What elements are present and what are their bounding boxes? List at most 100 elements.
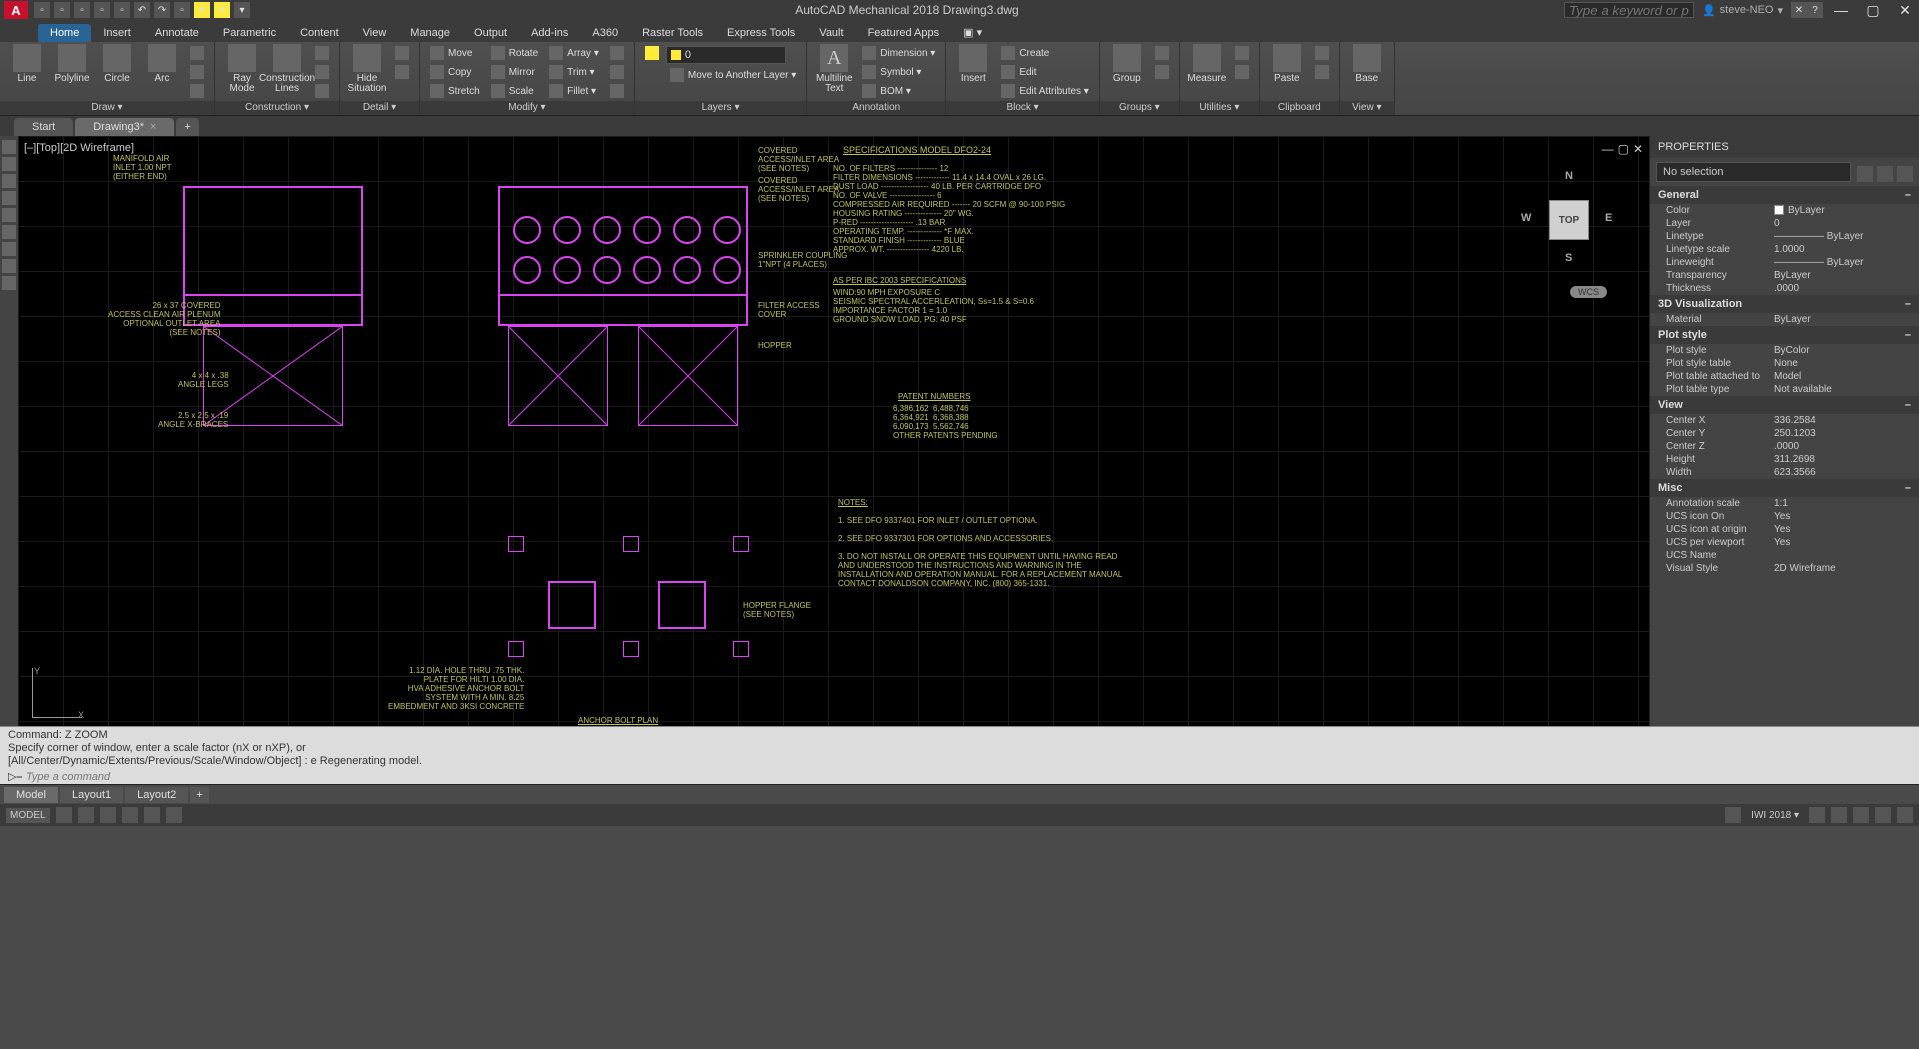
prop-row[interactable]: Width623.3566 [1650,466,1919,479]
tab-extra-icon[interactable]: ▣ ▾ [951,23,994,42]
status-osnap-icon[interactable] [144,807,160,823]
panel-block-label[interactable]: Block ▾ [946,101,1099,115]
fillet-button[interactable]: Fillet ▾ [545,82,603,100]
panel-layers-label[interactable]: Layers ▾ [635,101,806,115]
prop-row[interactable]: Lineweight————— ByLayer [1650,256,1919,269]
tab-addins[interactable]: Add-ins [519,24,580,42]
viewcube-top-face[interactable]: TOP [1549,200,1589,240]
qat-more-icon[interactable]: ▫ [174,2,190,18]
viewcube[interactable]: N S E W TOP [1519,170,1619,270]
status-clean-icon[interactable] [1875,807,1891,823]
const-small-2[interactable] [311,63,333,81]
prop-row[interactable]: Plot table typeNot available [1650,383,1919,396]
tab-featured[interactable]: Featured Apps [856,24,952,42]
panel-modify-label[interactable]: Modify ▾ [420,101,634,115]
qat-layer3-icon[interactable]: ▾ [234,2,250,18]
tab-vault[interactable]: Vault [807,24,855,42]
left-tool-7-icon[interactable] [2,242,16,256]
panel-view-label[interactable]: View ▾ [1340,101,1394,115]
prop-row[interactable]: Center Z.0000 [1650,440,1919,453]
prop-row[interactable]: Center X336.2584 [1650,414,1919,427]
prop-row[interactable]: Linetype————— ByLayer [1650,230,1919,243]
status-custom-icon[interactable] [1897,807,1913,823]
prop-row[interactable]: Linetype scale1.0000 [1650,243,1919,256]
qat-layer1-icon[interactable]: ☀ [194,2,210,18]
viewport-label[interactable]: [–][Top][2D Wireframe] [24,142,134,154]
help-icon[interactable]: ? [1807,2,1823,18]
create-button[interactable]: Create [997,44,1093,62]
const-small-1[interactable] [311,44,333,62]
prop-category[interactable]: Plot style– [1650,326,1919,344]
const-small-3[interactable] [311,82,333,100]
layout-tab-model[interactable]: Model [4,787,58,803]
prop-row[interactable]: UCS icon at originYes [1650,523,1919,536]
draw-small-2[interactable] [186,63,208,81]
prop-row[interactable]: UCS Name [1650,549,1919,562]
line-button[interactable]: Line [6,44,48,84]
left-tool-5-icon[interactable] [2,208,16,222]
dimension-button[interactable]: Dimension ▾ [858,44,939,62]
window-maximize-button[interactable]: ▢ [1863,2,1883,18]
left-tool-9-icon[interactable] [2,276,16,290]
panel-utilities-label[interactable]: Utilities ▾ [1180,101,1259,115]
panel-draw-label[interactable]: Draw ▾ [0,101,214,115]
move-button[interactable]: Move [426,44,484,62]
tab-manage[interactable]: Manage [398,24,462,42]
prop-row[interactable]: Plot style tableNone [1650,357,1919,370]
qat-undo-icon[interactable]: ↶ [134,2,150,18]
status-lock-icon[interactable] [1831,807,1847,823]
prop-row[interactable]: TransparencyByLayer [1650,269,1919,282]
tab-insert[interactable]: Insert [91,24,143,42]
trim-button[interactable]: Trim ▾ [545,63,603,81]
doc-tab-start[interactable]: Start [14,118,73,136]
qat-open-icon[interactable]: ▫ [54,2,70,18]
status-model-button[interactable]: MODEL [6,808,50,823]
left-tool-2-icon[interactable] [2,157,16,171]
status-polar-icon[interactable] [122,807,138,823]
panel-construction-label[interactable]: Construction ▾ [215,101,339,115]
status-annoscale-icon[interactable] [1809,807,1825,823]
left-tool-8-icon[interactable] [2,259,16,273]
prop-row[interactable]: Plot table attached toModel [1650,370,1919,383]
exchange-icon[interactable]: ✕ [1791,2,1807,18]
array-button[interactable]: Array ▾ [545,44,603,62]
viewport-minimize-icon[interactable]: — [1602,142,1614,156]
prop-row[interactable]: Visual Style2D Wireframe [1650,562,1919,575]
measure-button[interactable]: Measure [1186,44,1228,84]
prop-row[interactable]: UCS per viewportYes [1650,536,1919,549]
left-tool-3-icon[interactable] [2,174,16,188]
prop-row[interactable]: ColorByLayer [1650,204,1919,217]
status-grid-icon[interactable] [56,807,72,823]
base-button[interactable]: Base [1346,44,1388,84]
qat-save-icon[interactable]: ▫ [74,2,90,18]
scale-button[interactable]: Scale [487,82,542,100]
left-tool-1-icon[interactable] [2,140,16,154]
copy-button[interactable]: Copy [426,63,484,81]
prop-category[interactable]: 3D Visualization– [1650,295,1919,313]
prop-row[interactable]: Plot styleByColor [1650,344,1919,357]
mirror-button[interactable]: Mirror [487,63,542,81]
draw-small-1[interactable] [186,44,208,62]
qat-layer2-icon[interactable]: ☀ [214,2,230,18]
wcs-badge[interactable]: WCS [1570,286,1607,298]
props-btn-3-icon[interactable] [1897,166,1913,182]
tab-a360[interactable]: A360 [580,24,630,42]
window-minimize-button[interactable]: — [1831,2,1851,18]
keyword-search-input[interactable] [1564,2,1694,18]
prop-row[interactable]: Annotation scale1:1 [1650,497,1919,510]
layout-tab-layout2[interactable]: Layout2 [125,787,188,803]
qat-plot-icon[interactable]: ▫ [114,2,130,18]
drawing-canvas[interactable]: [–][Top][2D Wireframe] — ▢ ✕ [18,136,1649,726]
stretch-button[interactable]: Stretch [426,82,484,100]
prop-category[interactable]: General– [1650,186,1919,204]
prop-category[interactable]: Misc– [1650,479,1919,497]
window-close-button[interactable]: ✕ [1895,2,1915,18]
editattr-button[interactable]: Edit Attributes ▾ [997,82,1093,100]
symbol-button[interactable]: Symbol ▾ [858,63,939,81]
qat-saveas-icon[interactable]: ▫ [94,2,110,18]
qat-redo-icon[interactable]: ↷ [154,2,170,18]
tab-content[interactable]: Content [288,24,351,42]
tab-home[interactable]: Home [38,24,91,42]
left-tool-6-icon[interactable] [2,225,16,239]
group-button[interactable]: Group [1106,44,1148,84]
